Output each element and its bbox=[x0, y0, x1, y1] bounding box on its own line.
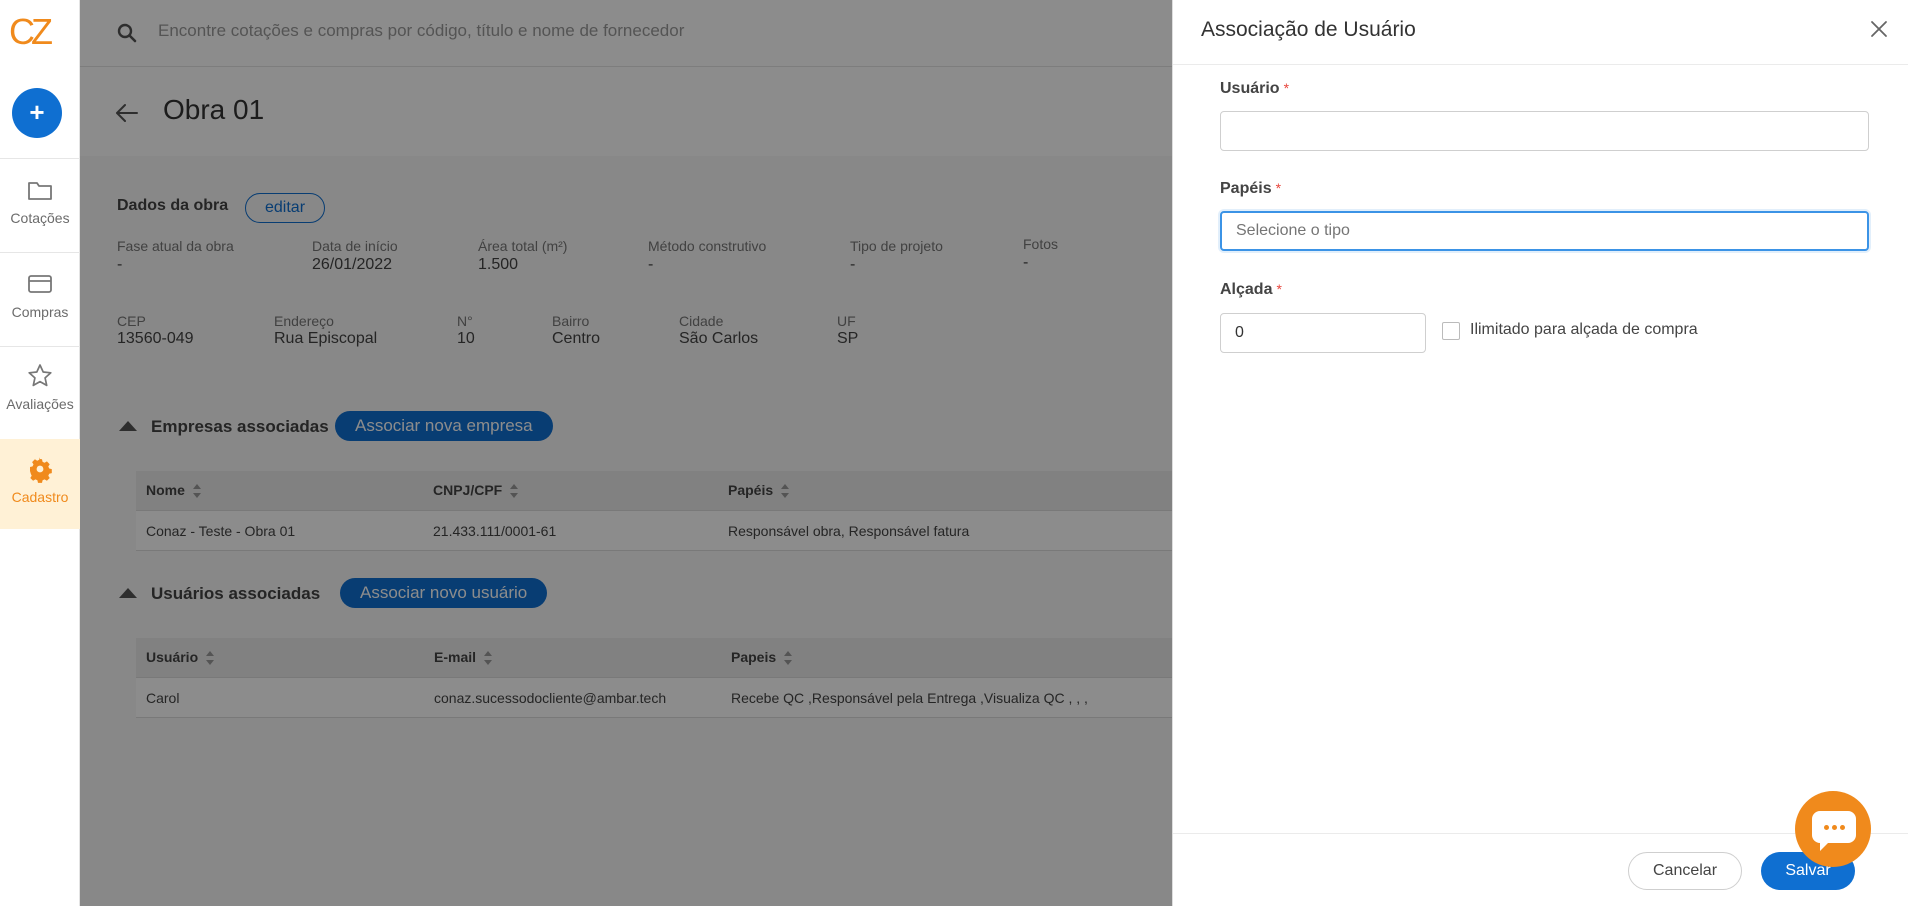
sidebar-item-label: Avaliações bbox=[6, 396, 74, 412]
new-item-button[interactable]: + bbox=[12, 88, 62, 138]
ilimitado-checkbox[interactable] bbox=[1442, 322, 1460, 340]
ilimitado-label[interactable]: Ilimitado para alçada de compra bbox=[1470, 321, 1698, 339]
sidebar-item-cadastro[interactable]: Cadastro bbox=[0, 439, 80, 529]
sidebar-item-label: Cotações bbox=[10, 210, 70, 226]
sidebar-item-avaliacoes[interactable]: Avaliações bbox=[0, 358, 80, 438]
sidebar-divider bbox=[0, 158, 80, 159]
star-icon bbox=[28, 364, 52, 387]
usuario-label: Usuário * bbox=[1220, 80, 1290, 97]
sidebar-item-label: Compras bbox=[11, 304, 69, 320]
chat-bubble-icon bbox=[1812, 811, 1856, 851]
alcada-label: Alçada * bbox=[1220, 281, 1282, 298]
sidebar-divider bbox=[0, 346, 80, 347]
sidebar-divider bbox=[0, 252, 80, 253]
associacao-usuario-drawer: Associação de Usuário Usuário* Papéis* A… bbox=[1172, 0, 1908, 906]
cancel-button[interactable]: Cancelar bbox=[1628, 852, 1742, 890]
usuario-field[interactable] bbox=[1220, 111, 1869, 151]
gear-icon bbox=[30, 457, 52, 483]
app-logo[interactable]: CZ bbox=[9, 14, 69, 50]
papeis-select[interactable] bbox=[1220, 211, 1869, 251]
sidebar-item-cotacoes[interactable]: Cotações bbox=[0, 172, 80, 252]
papeis-label: Papéis * bbox=[1220, 180, 1282, 197]
sidebar-item-label: Cadastro bbox=[11, 489, 69, 505]
required-marker: * bbox=[1283, 80, 1290, 96]
drawer-divider bbox=[1173, 64, 1908, 65]
required-marker: * bbox=[1276, 281, 1282, 297]
required-marker: * bbox=[1275, 180, 1282, 196]
credit-card-icon bbox=[28, 275, 52, 293]
alcada-field[interactable] bbox=[1220, 313, 1426, 353]
chat-support-button[interactable] bbox=[1795, 791, 1871, 867]
close-icon[interactable] bbox=[1870, 20, 1888, 38]
folder-icon bbox=[28, 182, 52, 200]
modal-backdrop[interactable] bbox=[80, 0, 1172, 906]
sidebar: CZ + Cotações Compras Avaliações Cadastr… bbox=[0, 0, 80, 906]
drawer-title: Associação de Usuário bbox=[1201, 18, 1416, 41]
sidebar-item-compras[interactable]: Compras bbox=[0, 266, 80, 346]
